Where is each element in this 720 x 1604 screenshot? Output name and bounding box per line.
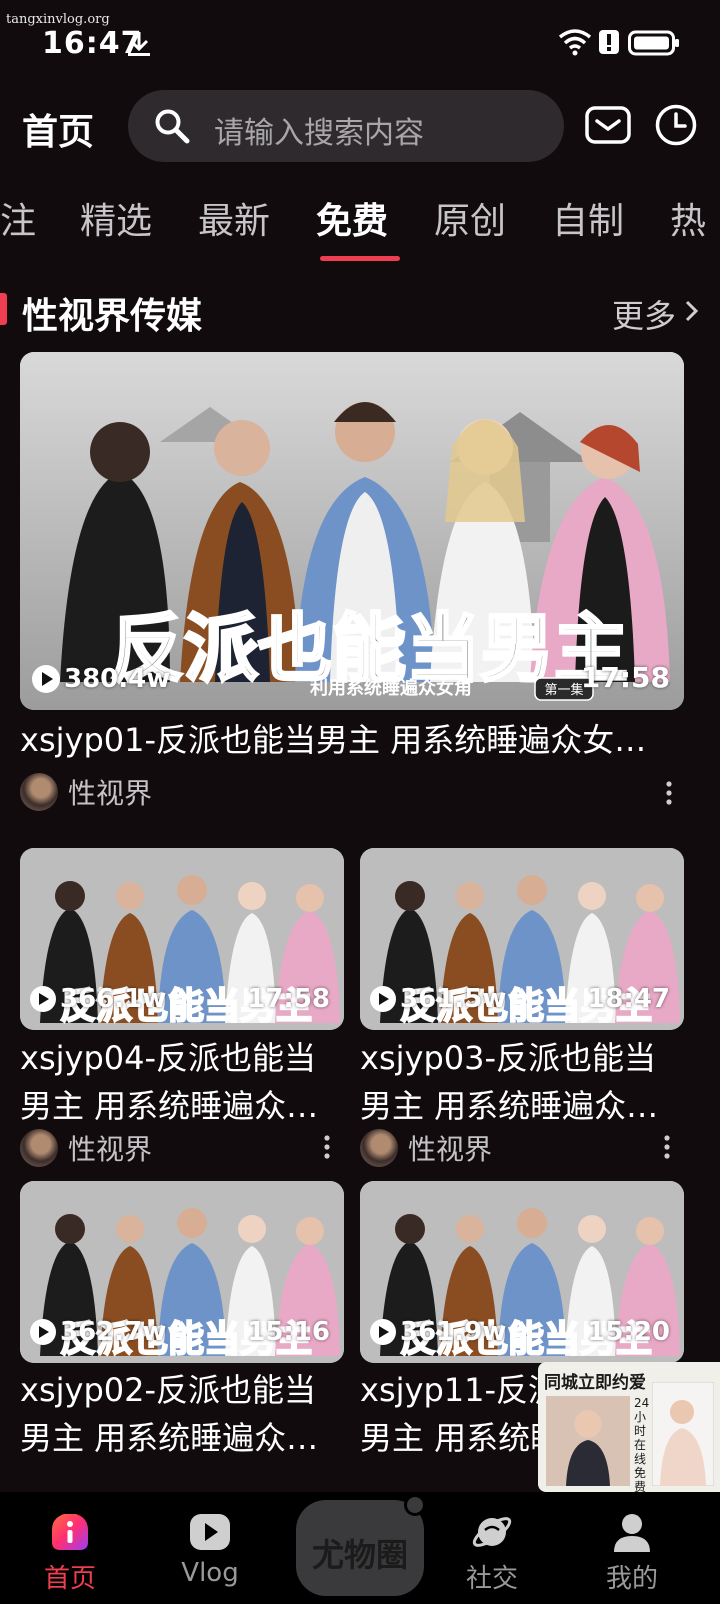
- video-duration: 18:47: [587, 984, 670, 1014]
- nav-mine[interactable]: 我的: [582, 1492, 682, 1604]
- video-card-thumbnail[interactable]: 反派也能当男主 366.1w 17:58: [20, 848, 344, 1030]
- video-card-title[interactable]: xsjyp04-反派也能当男主 用系统睡遍众…: [20, 1034, 344, 1130]
- nav-vlog-label: Vlog: [181, 1558, 239, 1588]
- ad-photo: [546, 1396, 630, 1486]
- featured-video-thumbnail[interactable]: 反派也能当男主 利用系统睡遍众女角 第一集 380.4w 17:58: [20, 352, 684, 710]
- bottom-nav: 首页 Vlog 尤物圈 社交 我的: [0, 1492, 720, 1604]
- user-icon: [614, 1514, 650, 1552]
- tab-hot[interactable]: 热: [670, 192, 706, 244]
- section-title: 性视界传媒: [22, 296, 203, 337]
- nav-home-label: 首页: [43, 1564, 96, 1594]
- play-icon: [370, 986, 396, 1012]
- chevron-right-icon[interactable]: [684, 299, 700, 323]
- planet-icon: [472, 1517, 512, 1547]
- poster-subtitle-text: 利用系统睡遍众女角: [310, 677, 472, 699]
- alert-icon: [599, 30, 619, 54]
- section-header: 性视界传媒 更多: [0, 285, 720, 337]
- more-options-icon[interactable]: [664, 780, 674, 806]
- status-bar: 16:47: [0, 0, 720, 80]
- author-name: 性视界: [68, 1133, 153, 1166]
- video-duration: 15:20: [587, 1317, 670, 1347]
- video-card-thumbnail[interactable]: 反派也能当男主 361.9w 15:20: [360, 1181, 684, 1363]
- video-card-thumbnail[interactable]: 反派也能当男主 361.5w 18:47: [360, 848, 684, 1030]
- active-tab-indicator: [320, 256, 400, 261]
- search-placeholder: 请输入搜索内容: [214, 116, 424, 151]
- view-count-text: 366.1w: [60, 984, 167, 1014]
- view-count-text: 361.9w: [400, 1317, 507, 1347]
- play-icon: [30, 986, 56, 1012]
- message-icon[interactable]: [585, 106, 631, 144]
- top-header: 首页 请输入搜索内容: [0, 86, 720, 162]
- play-icon: [370, 1319, 396, 1345]
- view-count-text: 362.7w: [60, 1317, 167, 1347]
- poster-art: 反派也能当男主 利用系统睡遍众女角 第一集: [20, 352, 684, 710]
- view-count: 361.9w: [370, 1317, 506, 1347]
- battery-icon: [628, 30, 679, 56]
- video-card-author[interactable]: 性视界: [360, 1128, 492, 1168]
- tab-featured[interactable]: 精选: [80, 192, 152, 244]
- video-card-title[interactable]: xsjyp02-反派也能当男主 用系统睡遍众…: [20, 1366, 344, 1462]
- view-count-text: 361.5w: [400, 984, 507, 1014]
- video-duration: 17:58: [247, 984, 330, 1014]
- floating-ad-banner[interactable]: 同城立即约爱 24小时在线免费咨询: [538, 1362, 720, 1492]
- play-icon: [30, 1319, 56, 1345]
- featured-video-title[interactable]: xsjyp01-反派也能当男主 用系统睡遍众女…: [20, 716, 684, 764]
- poster-episode-badge: 第一集: [544, 682, 583, 698]
- nav-home[interactable]: 首页: [20, 1492, 120, 1604]
- author-name: 性视界: [408, 1133, 493, 1166]
- tab-latest[interactable]: 最新: [198, 192, 270, 244]
- nav-vlog[interactable]: Vlog: [160, 1492, 260, 1604]
- video-duration: 17:58: [580, 661, 670, 694]
- video-card-title[interactable]: xsjyp03-反派也能当男主 用系统睡遍众…: [360, 1034, 684, 1130]
- video-card-thumbnail[interactable]: 反派也能当男主 362.7w 15:16: [20, 1181, 344, 1363]
- tab-self-made[interactable]: 自制: [552, 192, 624, 244]
- featured-author[interactable]: 性视界: [20, 772, 152, 812]
- avatar: [360, 1129, 398, 1167]
- nav-social-label: 社交: [465, 1564, 518, 1594]
- view-count: 380.4w: [32, 664, 170, 694]
- home-icon: [52, 1514, 88, 1550]
- search-input[interactable]: 请输入搜索内容: [128, 90, 564, 162]
- play-icon: [190, 1514, 230, 1550]
- nav-center-button[interactable]: 尤物圈: [296, 1494, 426, 1596]
- tab-free[interactable]: 免费: [316, 192, 388, 244]
- more-link[interactable]: 更多: [612, 291, 676, 337]
- search-icon: [155, 109, 190, 144]
- view-count: 361.5w: [370, 984, 506, 1014]
- avatar: [20, 773, 58, 811]
- view-count: 362.7w: [30, 1317, 166, 1347]
- author-name: 性视界: [68, 777, 153, 810]
- more-options-icon[interactable]: [322, 1134, 332, 1160]
- tab-follow[interactable]: 注: [0, 192, 36, 244]
- nav-center-label: 尤物圈: [311, 1536, 408, 1574]
- tab-original[interactable]: 原创: [434, 192, 506, 244]
- section-accent-bar: [0, 293, 7, 325]
- ad-photo: [652, 1382, 714, 1486]
- ad-side-text: 24小时在线免费咨询: [634, 1396, 650, 1492]
- view-count: 366.1w: [30, 984, 166, 1014]
- history-clock-icon[interactable]: [654, 103, 698, 147]
- category-tabs: 注 精选 最新 免费 原创 自制 热: [0, 186, 720, 266]
- nav-mine-label: 我的: [605, 1564, 658, 1594]
- avatar: [20, 1129, 58, 1167]
- download-icon: [128, 32, 150, 56]
- wifi-icon: [558, 29, 592, 56]
- video-card-author[interactable]: 性视界: [20, 1128, 152, 1168]
- more-options-icon[interactable]: [662, 1134, 672, 1160]
- view-count-text: 380.4w: [64, 664, 171, 694]
- play-icon: [32, 665, 60, 693]
- center-badge: [404, 1494, 426, 1516]
- ad-title: 同城立即约爱: [544, 1373, 646, 1393]
- page-title: 首页: [22, 112, 95, 153]
- video-duration: 15:16: [247, 1317, 330, 1347]
- nav-social[interactable]: 社交: [442, 1492, 542, 1604]
